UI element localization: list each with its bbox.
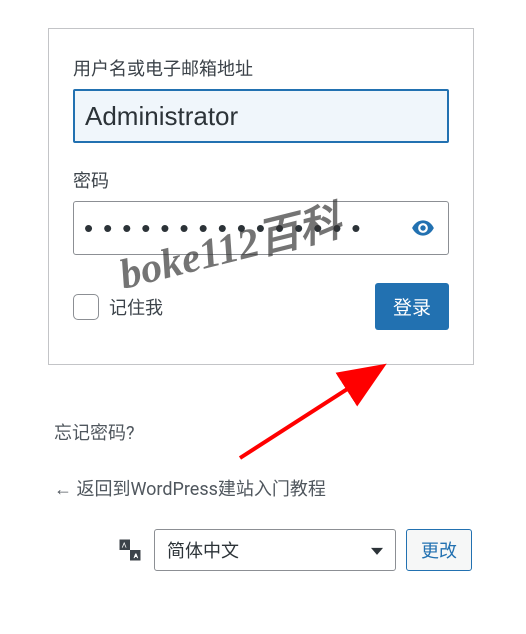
eye-icon: [410, 215, 436, 241]
password-input[interactable]: [73, 201, 449, 255]
lost-password-link[interactable]: 忘记密码?: [54, 423, 135, 444]
username-input[interactable]: [73, 89, 449, 143]
translate-icon: [116, 536, 144, 564]
username-label: 用户名或电子邮箱地址: [73, 55, 449, 81]
login-button[interactable]: 登录: [375, 283, 449, 330]
remember-checkbox[interactable]: [73, 294, 99, 320]
show-password-button[interactable]: [405, 210, 441, 246]
change-language-button[interactable]: 更改: [406, 529, 472, 571]
password-label: 密码: [73, 167, 449, 193]
password-wrap: [73, 201, 449, 255]
language-select[interactable]: 简体中文: [154, 529, 396, 571]
login-form: 用户名或电子邮箱地址 密码 记住我 登录: [48, 28, 474, 365]
remember-label: 记住我: [109, 294, 163, 320]
language-selected: 简体中文: [167, 537, 239, 563]
remember-me[interactable]: 记住我: [73, 294, 163, 320]
back-to-site-link[interactable]: ← 返回到WordPress建站入门教程: [54, 475, 474, 501]
